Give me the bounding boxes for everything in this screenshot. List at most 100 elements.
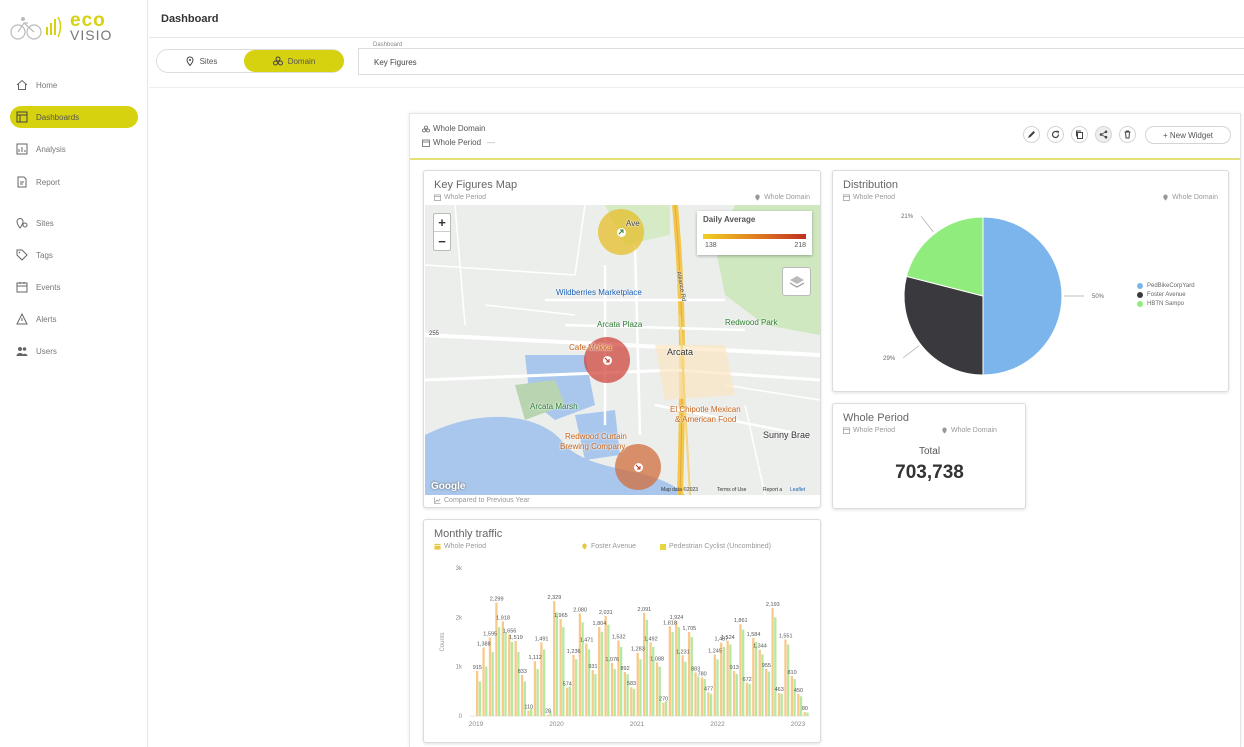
bar[interactable] <box>732 670 736 716</box>
bar[interactable] <box>690 637 693 716</box>
sites-scope-button[interactable]: Sites <box>157 50 245 72</box>
map-marker-north[interactable] <box>598 209 644 255</box>
bar[interactable] <box>739 624 742 716</box>
map-report-link[interactable]: Report a <box>763 487 782 493</box>
bar[interactable] <box>709 693 713 716</box>
bar[interactable] <box>607 624 610 716</box>
bar[interactable] <box>774 617 777 716</box>
bar[interactable] <box>793 679 796 716</box>
bar[interactable] <box>726 640 729 716</box>
bar[interactable] <box>703 679 706 716</box>
bar[interactable] <box>542 649 546 716</box>
map-layers-button[interactable] <box>782 267 811 296</box>
bar[interactable] <box>508 634 511 716</box>
bar[interactable] <box>478 681 481 716</box>
bar[interactable] <box>497 627 501 716</box>
bar[interactable] <box>639 659 642 716</box>
bar[interactable] <box>658 666 661 716</box>
sidebar-item-events[interactable]: Events <box>10 276 138 298</box>
bar[interactable] <box>568 686 571 716</box>
bar[interactable] <box>600 632 604 716</box>
logo[interactable]: eco VISIO <box>8 6 138 50</box>
new-widget-button[interactable]: + New Widget <box>1145 126 1231 144</box>
bar[interactable] <box>562 627 565 716</box>
bar[interactable] <box>504 632 507 716</box>
bar[interactable] <box>694 672 697 716</box>
sidebar-item-report[interactable]: Report <box>10 171 138 193</box>
bar[interactable] <box>517 651 520 716</box>
bar[interactable] <box>591 670 594 716</box>
bar[interactable] <box>742 629 745 716</box>
bar[interactable] <box>636 652 639 716</box>
delete-button[interactable] <box>1119 126 1136 143</box>
bar[interactable] <box>697 676 700 716</box>
bar[interactable] <box>707 692 710 716</box>
bar[interactable] <box>662 702 665 716</box>
bar[interactable] <box>485 666 488 716</box>
zoom-in-button[interactable]: + <box>434 214 450 232</box>
bar[interactable] <box>681 655 684 716</box>
bar[interactable] <box>767 671 771 716</box>
bar[interactable] <box>565 687 569 716</box>
bar[interactable] <box>675 621 678 716</box>
bar[interactable] <box>546 714 549 716</box>
bar[interactable] <box>671 632 674 716</box>
bar[interactable] <box>594 674 597 716</box>
dashboard-period[interactable]: Whole Period — <box>422 138 495 147</box>
bar[interactable] <box>559 619 562 716</box>
map-terms-link[interactable]: Terms of Use <box>717 487 746 493</box>
bar[interactable] <box>784 639 787 716</box>
bar[interactable] <box>610 662 614 716</box>
bar[interactable] <box>572 655 575 716</box>
map-label-arcata-plaza[interactable]: Arcata Plaza <box>597 320 642 329</box>
bar[interactable] <box>668 626 671 716</box>
map-label-redwood-park[interactable]: Redwood Park <box>725 318 777 327</box>
sidebar-item-users[interactable]: Users <box>10 340 138 362</box>
bar[interactable] <box>729 644 732 716</box>
bar[interactable] <box>520 674 524 716</box>
bar[interactable] <box>655 662 659 716</box>
bar[interactable] <box>578 613 582 716</box>
bar[interactable] <box>790 676 794 716</box>
bar[interactable] <box>787 644 790 716</box>
edit-button[interactable] <box>1023 126 1040 143</box>
map-label-cafe[interactable]: Cafe Mokka <box>569 343 612 352</box>
bar[interactable] <box>523 681 526 716</box>
bar[interactable] <box>476 670 479 716</box>
bar[interactable] <box>632 688 636 716</box>
bar[interactable] <box>581 622 584 716</box>
dashboard-select[interactable]: Dashboard Key Figures <box>358 42 1244 75</box>
refresh-button[interactable] <box>1047 126 1064 143</box>
map-label-wildberries[interactable]: Wildberries Marketplace <box>556 288 642 297</box>
bar[interactable] <box>684 661 687 716</box>
bar[interactable] <box>501 621 504 716</box>
zoom-out-button[interactable]: − <box>434 232 450 250</box>
legend-item[interactable]: Foster Avenue <box>1137 290 1195 299</box>
bar[interactable] <box>803 712 806 716</box>
share-button[interactable] <box>1095 126 1112 143</box>
bar[interactable] <box>771 607 774 716</box>
sidebar-item-tags[interactable]: Tags <box>10 244 138 266</box>
bar[interactable] <box>677 627 681 716</box>
bar[interactable] <box>623 671 627 716</box>
bar[interactable] <box>620 646 623 716</box>
bar[interactable] <box>664 701 668 716</box>
bar[interactable] <box>510 642 514 716</box>
bar[interactable] <box>598 627 601 716</box>
bar[interactable] <box>700 677 704 716</box>
map-label-chipotle-line-1[interactable]: El Chipotle Mexican <box>670 405 741 414</box>
bar[interactable] <box>758 649 761 716</box>
bar[interactable] <box>555 612 559 716</box>
bar[interactable] <box>745 682 749 716</box>
bar[interactable] <box>777 693 781 716</box>
bar[interactable] <box>533 661 537 716</box>
sidebar-item-alerts[interactable]: Alerts <box>10 308 138 330</box>
bar[interactable] <box>645 619 648 716</box>
bar[interactable] <box>643 612 646 716</box>
bar[interactable] <box>514 641 517 716</box>
bar[interactable] <box>604 615 607 716</box>
bar[interactable] <box>748 683 751 716</box>
bar[interactable] <box>780 693 783 716</box>
copy-button[interactable] <box>1071 126 1088 143</box>
bar[interactable] <box>713 654 716 716</box>
